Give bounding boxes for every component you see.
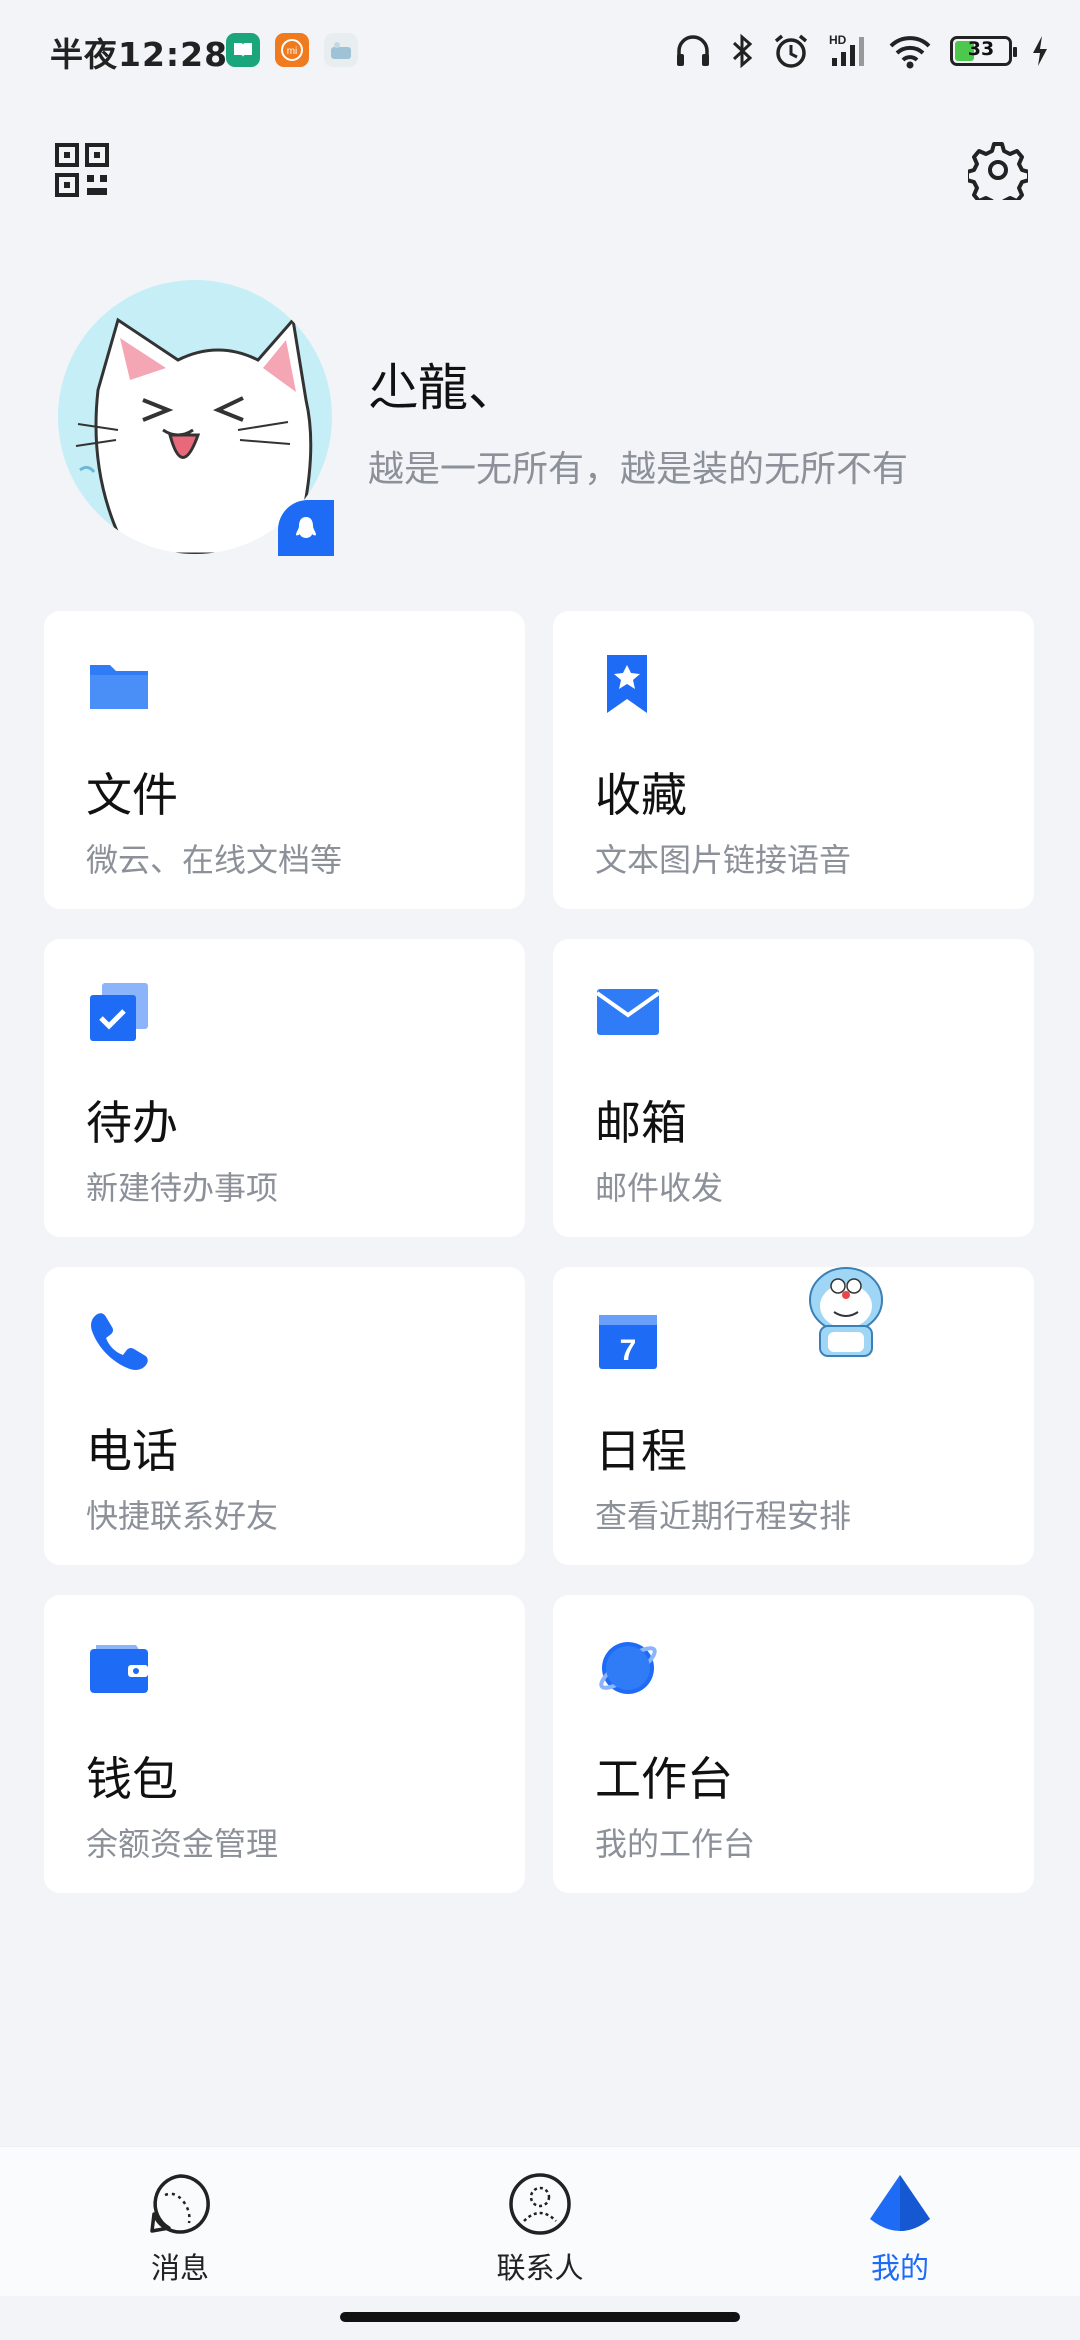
card-subtitle: 新建待办事项 xyxy=(86,1169,279,1207)
profile-name[interactable]: 尐龍、 xyxy=(368,348,518,420)
card-title: 收藏 xyxy=(595,768,687,822)
card-subtitle: 我的工作台 xyxy=(595,1825,756,1863)
bookmark-star-icon xyxy=(607,655,647,713)
profile-signature[interactable]: 越是一无所有，越是装的无所不有 xyxy=(368,440,908,492)
penguin-icon xyxy=(296,517,316,538)
qr-code-button[interactable] xyxy=(54,142,110,198)
calendar-icon: 7 xyxy=(599,1315,657,1369)
svg-text:mi: mi xyxy=(287,46,298,57)
card-subtitle: 文本图片链接语音 xyxy=(595,841,852,879)
svg-text:HD: HD xyxy=(829,33,847,47)
battery-indicator: 33 xyxy=(950,36,1017,66)
battery-level: 33 xyxy=(967,38,995,60)
nav-label: 我的 xyxy=(870,2251,929,2285)
card-subtitle: 微云、在线文档等 xyxy=(86,841,343,879)
mail-icon xyxy=(595,989,661,1035)
status-icons: HD 33 xyxy=(674,28,1050,74)
card-subtitle: 邮件收发 xyxy=(595,1169,724,1207)
contacts-icon xyxy=(509,2173,571,2235)
signal-icon: HD xyxy=(829,33,864,66)
card-mail[interactable]: 邮箱 邮件收发 xyxy=(553,939,1034,1237)
card-files[interactable]: 文件 微云、在线文档等 xyxy=(44,611,525,909)
planet-icon xyxy=(599,1642,657,1694)
card-calendar[interactable]: 7 日程 查看近期行程安排 xyxy=(553,1267,1034,1565)
status-time: 半夜12:28 xyxy=(50,35,229,74)
alarm-icon xyxy=(774,34,808,68)
card-title: 电话 xyxy=(86,1424,178,1478)
card-subtitle: 余额资金管理 xyxy=(86,1825,279,1863)
nav-contacts[interactable]: 联系人 xyxy=(460,2171,620,2287)
card-title: 待办 xyxy=(86,1096,178,1150)
card-wallet[interactable]: 钱包 余额资金管理 xyxy=(44,1595,525,1893)
wallet-icon xyxy=(90,1645,148,1693)
me-icon xyxy=(870,2175,930,2231)
folder-icon xyxy=(90,665,148,709)
headphone-icon xyxy=(677,35,709,66)
wifi-icon xyxy=(889,36,931,69)
doraemon-sticker-icon xyxy=(809,1267,883,1357)
feature-grid: 文件 微云、在线文档等 收藏 文本图片链接语音 待办 新建待办事项 邮箱 邮件收… xyxy=(44,611,1034,1893)
nav-messages[interactable]: 消息 xyxy=(100,2171,260,2287)
message-icon xyxy=(150,2174,210,2234)
card-title: 工作台 xyxy=(595,1752,733,1806)
card-title: 文件 xyxy=(86,768,178,822)
book-app-icon xyxy=(226,33,260,67)
gear-icon xyxy=(965,142,1031,210)
qq-badge xyxy=(278,500,334,556)
nav-me[interactable]: 我的 xyxy=(820,2171,980,2287)
home-indicator[interactable] xyxy=(340,2312,740,2322)
bottom-nav: 消息 联系人 我的 xyxy=(0,2146,1080,2296)
mi-app-icon: mi xyxy=(275,33,309,67)
card-workbench[interactable]: 工作台 我的工作台 xyxy=(553,1595,1034,1893)
nav-label: 联系人 xyxy=(496,2251,584,2285)
qr-code-icon xyxy=(55,143,109,197)
card-todo[interactable]: 待办 新建待办事项 xyxy=(44,939,525,1237)
card-title: 日程 xyxy=(595,1424,687,1478)
nav-label: 消息 xyxy=(150,2251,209,2285)
card-favorites[interactable]: 收藏 文本图片链接语音 xyxy=(553,611,1034,909)
card-subtitle: 查看近期行程安排 xyxy=(595,1497,852,1535)
status-bar: 半夜12:28 mi HD 33 xyxy=(0,0,1080,100)
phone-icon xyxy=(91,1313,148,1370)
card-subtitle: 快捷联系好友 xyxy=(86,1497,279,1535)
card-title: 邮箱 xyxy=(595,1096,687,1150)
settings-button[interactable] xyxy=(965,140,1031,210)
charging-icon xyxy=(1033,36,1047,66)
calendar-day-number: 7 xyxy=(620,1334,637,1367)
card-title: 钱包 xyxy=(86,1752,178,1806)
todo-check-icon xyxy=(90,983,148,1041)
bluetooth-icon xyxy=(732,33,753,69)
cloud-app-icon xyxy=(324,33,358,67)
card-phone[interactable]: 电话 快捷联系好友 xyxy=(44,1267,525,1565)
